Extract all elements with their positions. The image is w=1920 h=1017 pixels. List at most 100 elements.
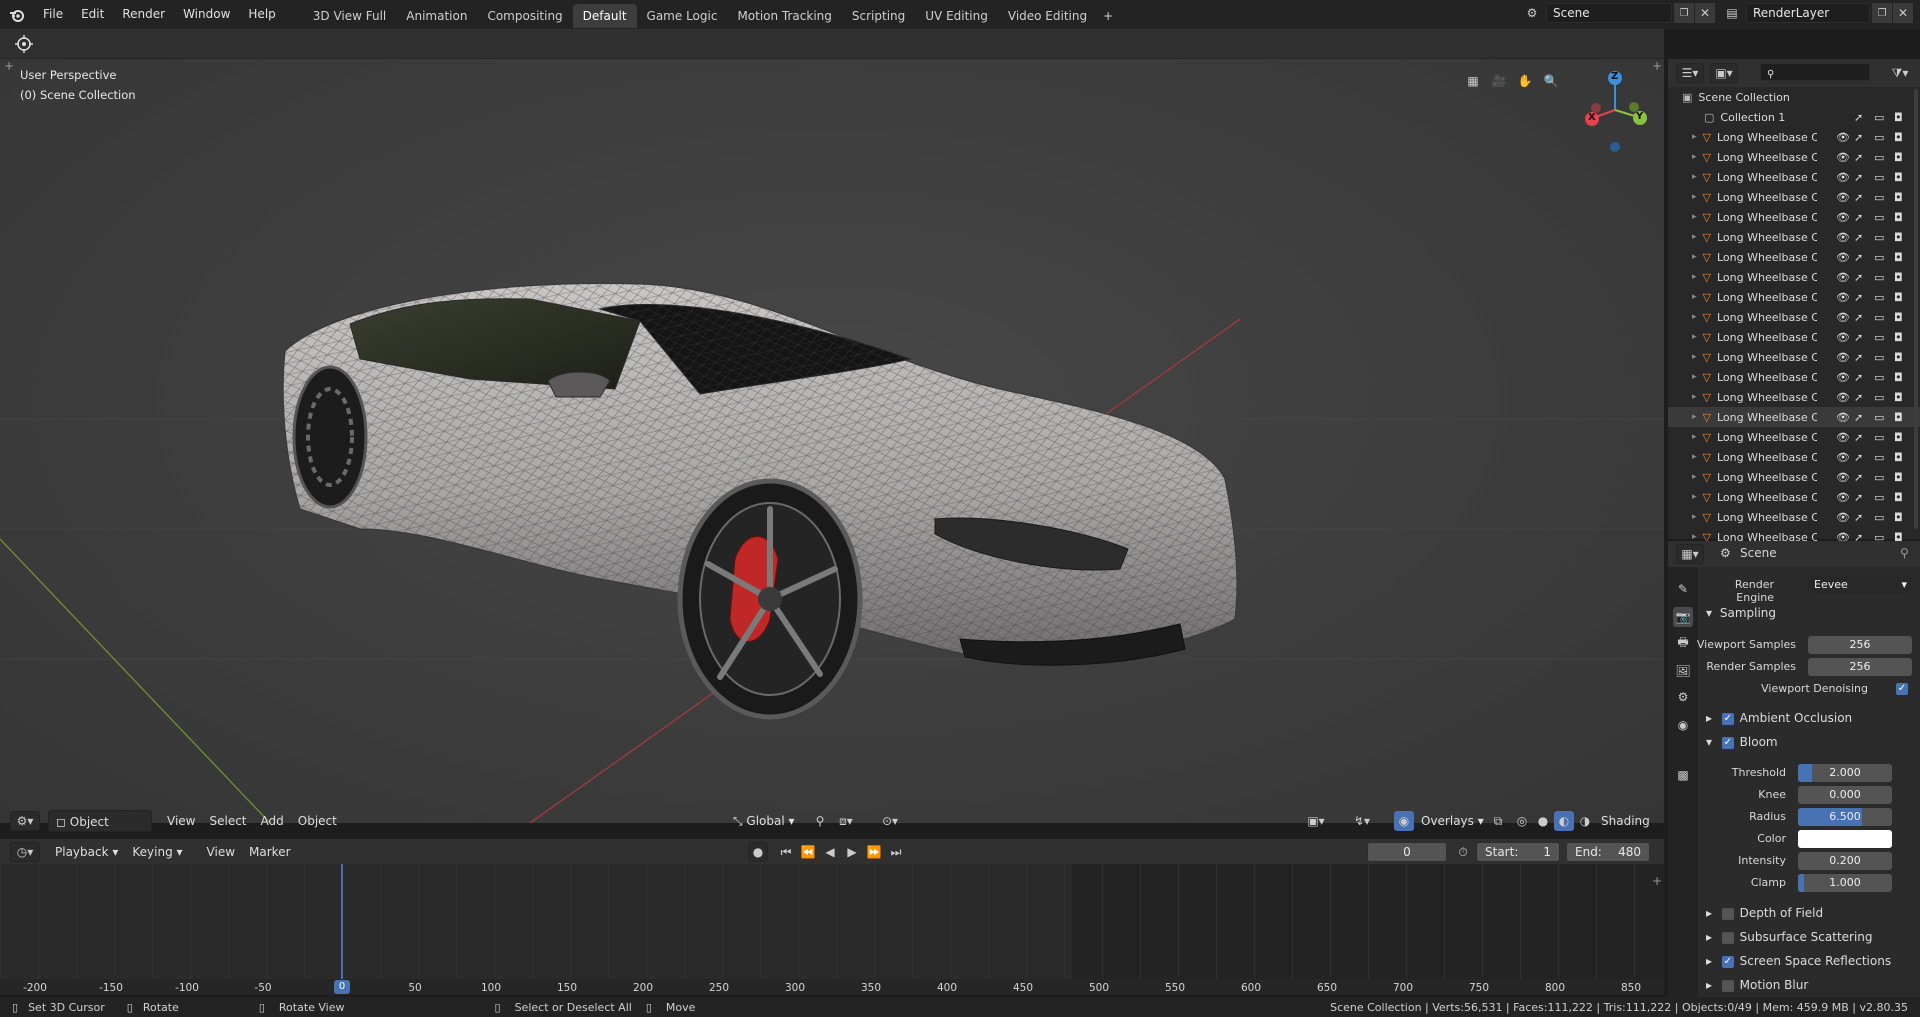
tab-compositing[interactable]: Compositing	[477, 4, 572, 28]
render-toggle-icon[interactable]: ◘	[1894, 211, 1903, 224]
visibility-eye-icon[interactable]: 👁	[1836, 411, 1850, 424]
outliner-object-row[interactable]: ▸ ▽ Long Wheelbase Car 👁 ➚ ▭ ◘	[1668, 207, 1920, 227]
outliner-object-row[interactable]: ▸ ▽ Long Wheelbase Car 👁 ➚ ▭ ◘	[1668, 267, 1920, 287]
expand-arrow-icon[interactable]: ▸	[1692, 292, 1697, 302]
mode-dropdown[interactable]: ◻ Object Mode ▾	[48, 810, 152, 851]
play-icon[interactable]: ▶	[842, 842, 862, 862]
ssr-checkbox[interactable]: ✓	[1721, 955, 1734, 968]
outliner-object-row[interactable]: ▸ ▽ Long Wheelbase Car 👁 ➚ ▭ ◘	[1668, 447, 1920, 467]
render-toggle-icon[interactable]: ◘	[1894, 151, 1903, 164]
outliner-object-row[interactable]: ▸ ▽ Long Wheelbase Car 👁 ➚ ▭ ◘	[1668, 227, 1920, 247]
overlays-toggle-icon[interactable]: ◉	[1394, 811, 1414, 831]
outliner-object-row[interactable]: ▸ ▽ Long Wheelbase Car 👁 ➚ ▭ ◘	[1668, 387, 1920, 407]
expand-arrow-icon[interactable]: ▸	[1692, 392, 1697, 402]
viewport-toggle-icon[interactable]: ▭	[1874, 231, 1884, 244]
visibility-eye-icon[interactable]: 👁	[1836, 391, 1850, 404]
snap-target-icon[interactable]: ⧈▾	[836, 811, 856, 831]
expand-arrow-icon[interactable]: ▸	[1692, 472, 1697, 482]
render-toggle-icon[interactable]: ◘	[1894, 171, 1903, 184]
outliner-object-row[interactable]: ▸ ▽ Long Wheelbase Car 👁 ➚ ▭ ◘	[1668, 147, 1920, 167]
render-toggle-icon[interactable]: ◘	[1894, 391, 1903, 404]
select-toggle-icon[interactable]: ➚	[1854, 171, 1863, 184]
expand-arrow-icon[interactable]: ▸	[1692, 372, 1697, 382]
bloom-section-header[interactable]: ▾ ✓ Bloom	[1706, 735, 1778, 749]
proportional-edit-icon[interactable]: ⊙▾	[880, 811, 900, 831]
wireframe-shading-icon[interactable]: ◎	[1512, 811, 1532, 831]
expand-arrow-icon[interactable]: ▸	[1692, 412, 1697, 422]
jump-start-icon[interactable]: ⏮	[776, 842, 796, 862]
outliner-object-row[interactable]: ▸ ▽ Long Wheelbase Car 👁 ➚ ▭ ◘	[1668, 427, 1920, 447]
select-toggle-icon[interactable]: ➚	[1854, 411, 1863, 424]
transform-orientation-dropdown[interactable]: ⤡ Global ▾	[726, 810, 802, 832]
select-toggle-icon[interactable]: ➚	[1854, 111, 1863, 124]
expand-arrow-icon[interactable]: ▸	[1692, 492, 1697, 502]
viewport-toggle-icon[interactable]: ▭	[1874, 191, 1884, 204]
viewport-toggle-icon[interactable]: ▭	[1874, 291, 1884, 304]
shading-dropdown[interactable]: Shading ▾	[1594, 810, 1664, 850]
viewport-toggle-icon[interactable]: ▭	[1874, 491, 1884, 504]
viewport-toggle-icon[interactable]: ▭	[1874, 211, 1884, 224]
start-frame-field[interactable]: Start: 1	[1476, 842, 1560, 862]
expand-arrow-icon[interactable]: ▸	[1692, 252, 1697, 262]
expand-arrow-icon[interactable]: ▸	[1692, 232, 1697, 242]
render-toggle-icon[interactable]: ◘	[1894, 371, 1903, 384]
viewport-toggle-icon[interactable]: ▭	[1874, 431, 1884, 444]
outliner-object-row[interactable]: ▸ ▽ Long Wheelbase Car 👁 ➚ ▭ ◘	[1668, 407, 1920, 427]
select-toggle-icon[interactable]: ➚	[1854, 271, 1863, 284]
properties-editor-type-icon[interactable]: ▦▾	[1676, 544, 1704, 564]
expand-arrow-icon[interactable]: ▸	[1692, 172, 1697, 182]
render-layer-icon[interactable]: ▤	[1722, 3, 1742, 23]
scene-tab-icon[interactable]: ⚙	[1673, 687, 1693, 707]
ambient-occlusion-section[interactable]: ▸ ✓ Ambient Occlusion	[1706, 711, 1852, 725]
visibility-eye-icon[interactable]: 👁	[1836, 431, 1850, 444]
select-toggle-icon[interactable]: ➚	[1854, 291, 1863, 304]
jump-keyframe-forward-icon[interactable]: ⏩	[864, 842, 884, 862]
menu-edit[interactable]: Edit	[72, 0, 113, 29]
menu-keying[interactable]: Keying ▾	[125, 841, 189, 863]
expand-arrow-icon[interactable]: ▸	[1692, 212, 1697, 222]
render-toggle-icon[interactable]: ◘	[1894, 271, 1903, 284]
select-toggle-icon[interactable]: ➚	[1854, 311, 1863, 324]
visibility-eye-icon[interactable]: 👁	[1836, 211, 1850, 224]
select-toggle-icon[interactable]: ➚	[1854, 211, 1863, 224]
render-toggle-icon[interactable]: ◘	[1894, 251, 1903, 264]
solid-shading-icon[interactable]: ●	[1533, 811, 1553, 831]
menu-help[interactable]: Help	[239, 0, 284, 29]
expand-arrow-icon[interactable]: ▸	[1692, 192, 1697, 202]
jump-keyframe-back-icon[interactable]: ⏪	[798, 842, 818, 862]
menu-view[interactable]: View	[160, 810, 202, 832]
expand-arrow-icon[interactable]: ▸	[1692, 272, 1697, 282]
preview-range-icon[interactable]: ⏱	[1453, 842, 1473, 862]
outliner-collection-1[interactable]: ▢ Collection 1 ➚ ▭ ◘	[1668, 107, 1920, 127]
record-icon[interactable]: ●	[748, 842, 768, 862]
knee-field[interactable]: 0.000	[1798, 786, 1892, 804]
world-tab-icon[interactable]: ◉	[1673, 715, 1693, 735]
viewport-corner-plus-icon[interactable]: +	[4, 59, 14, 73]
rendered-shading-icon[interactable]: ◑	[1575, 811, 1595, 831]
grid-view-icon[interactable]: ▦	[1463, 71, 1483, 91]
render-toggle-icon[interactable]: ◘	[1894, 331, 1903, 344]
timeline-editor-type-icon[interactable]: ◷▾	[10, 841, 40, 862]
viewport-toggle-icon[interactable]: ▭	[1874, 251, 1884, 264]
outliner-object-row[interactable]: ▸ ▽ Long Wheelbase Car 👁 ➚ ▭ ◘	[1668, 327, 1920, 347]
viewport-toggle-icon[interactable]: ▭	[1874, 311, 1884, 324]
camera-view-icon[interactable]: 🎥	[1489, 71, 1509, 91]
render-toggle-icon[interactable]: ◘	[1894, 411, 1903, 424]
menu-render[interactable]: Render	[113, 0, 174, 29]
blender-logo-icon[interactable]	[6, 5, 28, 25]
copy-layer-icon[interactable]: ❐	[1872, 3, 1892, 23]
render-toggle-icon[interactable]: ◘	[1894, 311, 1903, 324]
viewport-toggle-icon[interactable]: ▭	[1874, 511, 1884, 524]
display-mode-icon[interactable]: ▣▾	[1710, 63, 1738, 83]
visibility-eye-icon[interactable]: 👁	[1836, 451, 1850, 464]
select-toggle-icon[interactable]: ➚	[1854, 391, 1863, 404]
render-engine-dropdown[interactable]: Eevee ▾	[1808, 576, 1912, 594]
viewport-toggle-icon[interactable]: ▭	[1874, 371, 1884, 384]
render-toggle-icon[interactable]: ◘	[1894, 131, 1903, 144]
subsurface-scattering-section[interactable]: ▸ Subsurface Scattering	[1706, 930, 1873, 944]
viewport-toggle-icon[interactable]: ▭	[1874, 111, 1884, 124]
expand-arrow-icon[interactable]: ▸	[1692, 312, 1697, 322]
visibility-eye-icon[interactable]: 👁	[1836, 171, 1850, 184]
outliner-object-row[interactable]: ▸ ▽ Long Wheelbase Car 👁 ➚ ▭ ◘	[1668, 307, 1920, 327]
render-toggle-icon[interactable]: ◘	[1894, 491, 1903, 504]
